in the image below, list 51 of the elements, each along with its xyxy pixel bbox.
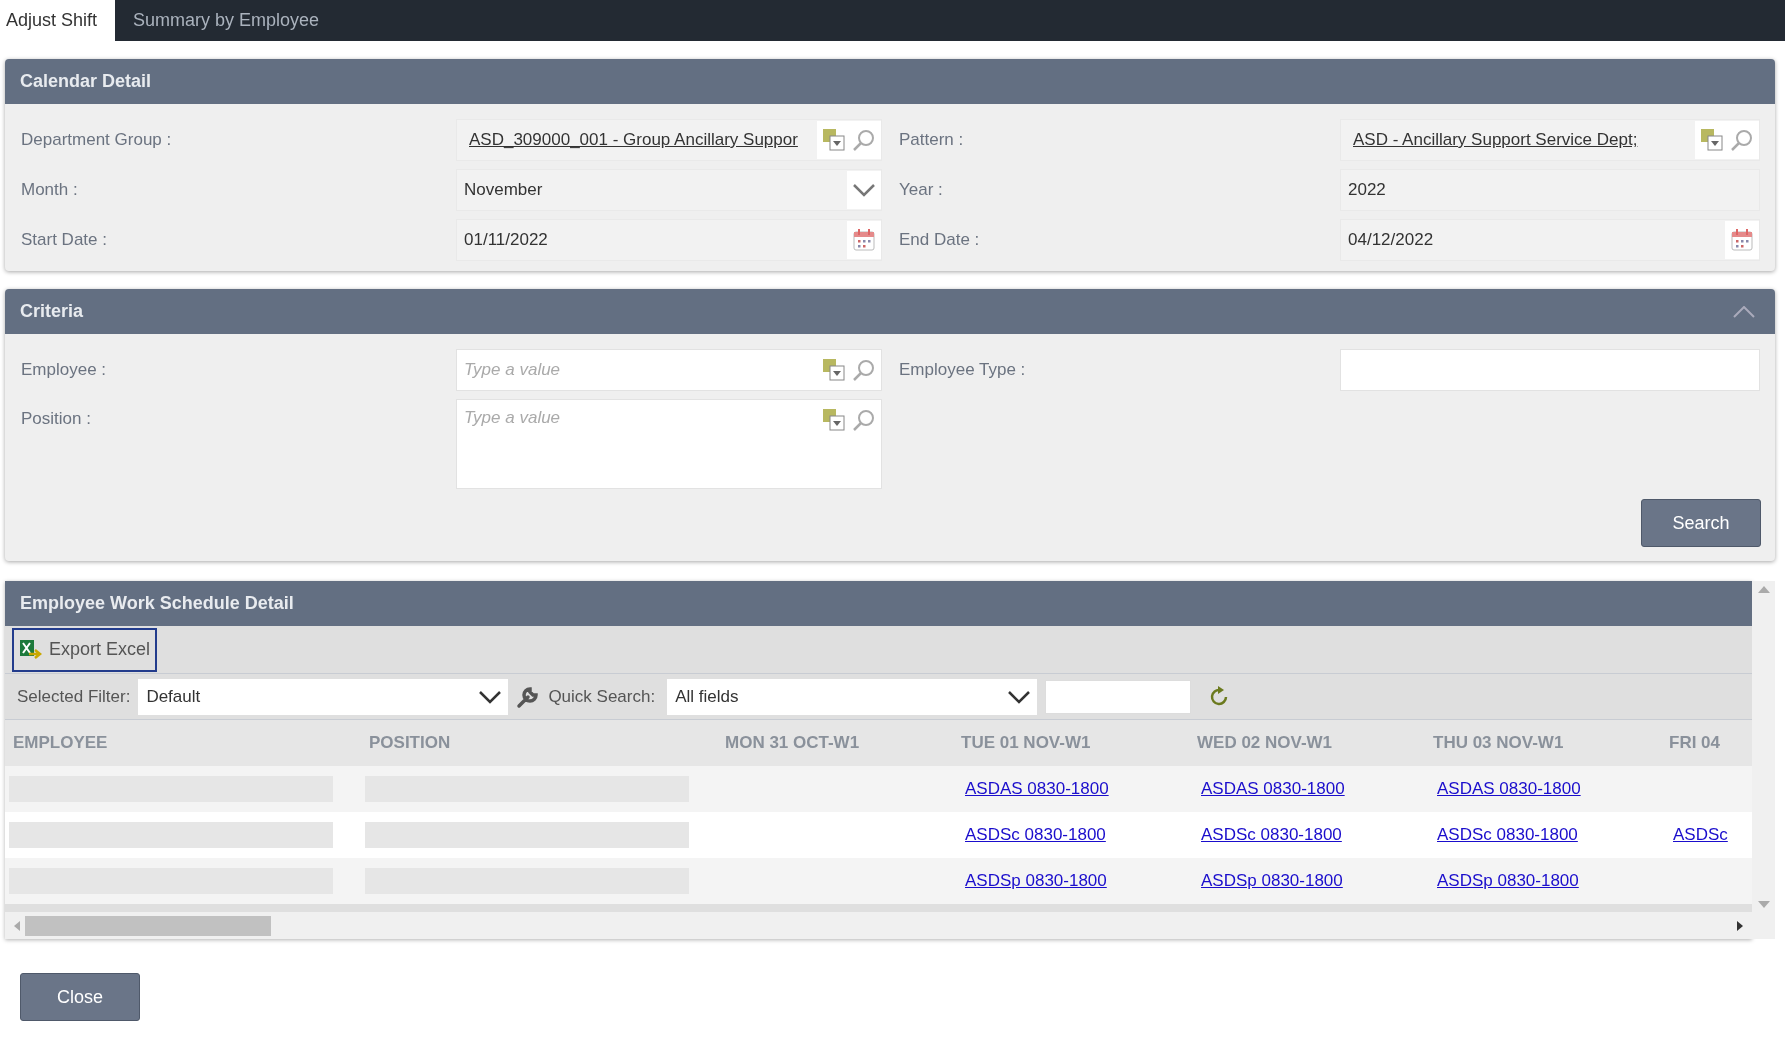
search-icon[interactable]: [852, 358, 876, 382]
chevron-down-icon: [478, 689, 503, 704]
field-label: Month :: [21, 180, 78, 200]
quick-search-label: Quick Search:: [548, 686, 656, 707]
search-icon[interactable]: [1730, 128, 1754, 152]
panel-title: Calendar Detail: [20, 71, 152, 92]
field-label: Position :: [21, 408, 91, 429]
list-dropdown-icon[interactable]: [822, 358, 846, 382]
quick-search-input[interactable]: [1045, 679, 1192, 714]
close-button[interactable]: Close: [20, 973, 140, 1021]
field-label: Start Date :: [21, 230, 107, 250]
list-dropdown-icon[interactable]: [1700, 128, 1724, 152]
panel-title: Employee Work Schedule Detail: [20, 593, 294, 614]
field-label: Employee Type :: [899, 360, 1026, 380]
field-label: Department Group :: [21, 130, 172, 150]
calendar-icon[interactable]: [1730, 228, 1754, 252]
lookup-field[interactable]: ASD - Ancillary Support Service Dept;: [1340, 119, 1760, 161]
vertical-scrollbar[interactable]: [1752, 581, 1775, 939]
panel-title: Criteria: [20, 301, 84, 322]
date-field[interactable]: 04/12/2022: [1340, 219, 1760, 261]
tab[interactable]: Adjust Shift: [0, 0, 116, 41]
text-field[interactable]: [1340, 349, 1760, 391]
field-label: End Date :: [899, 230, 980, 250]
search-icon[interactable]: [852, 408, 876, 432]
calendar-icon[interactable]: [852, 228, 876, 252]
scroll-left-icon[interactable]: [13, 920, 21, 931]
search-button[interactable]: Search: [1641, 499, 1761, 547]
field-label: Year :: [899, 180, 943, 200]
chevron-down-icon: [852, 183, 876, 197]
filter-dropdown[interactable]: Default: [138, 678, 509, 715]
field-label: Employee :: [21, 360, 107, 380]
chevron-up-icon[interactable]: [1733, 305, 1755, 318]
list-dropdown-icon[interactable]: [822, 128, 846, 152]
scroll-down-icon[interactable]: [1757, 901, 1770, 909]
chevron-down-icon: [1007, 689, 1032, 704]
filter-label: Selected Filter:: [17, 686, 131, 707]
export-excel-button[interactable]: Export Excel: [12, 627, 158, 672]
quick-search-dropdown[interactable]: All fields: [667, 678, 1038, 715]
text-field[interactable]: 2022: [1340, 169, 1760, 211]
tab[interactable]: Summary by Employee: [115, 0, 338, 41]
search-icon[interactable]: [852, 128, 876, 152]
scroll-up-icon[interactable]: [1757, 585, 1770, 593]
scroll-right-icon[interactable]: [1736, 920, 1744, 931]
date-field[interactable]: 01/11/2022: [456, 219, 882, 261]
wrench-icon[interactable]: [516, 684, 541, 709]
horizontal-scrollbar[interactable]: [5, 912, 1752, 939]
dropdown-field[interactable]: November: [456, 169, 882, 211]
excel-export-icon: [19, 638, 43, 661]
lookup-field[interactable]: ASD_309000_001 - Group Ancillary Suppor: [456, 119, 882, 161]
field-label: Pattern :: [899, 130, 964, 150]
list-dropdown-icon[interactable]: [822, 408, 846, 432]
